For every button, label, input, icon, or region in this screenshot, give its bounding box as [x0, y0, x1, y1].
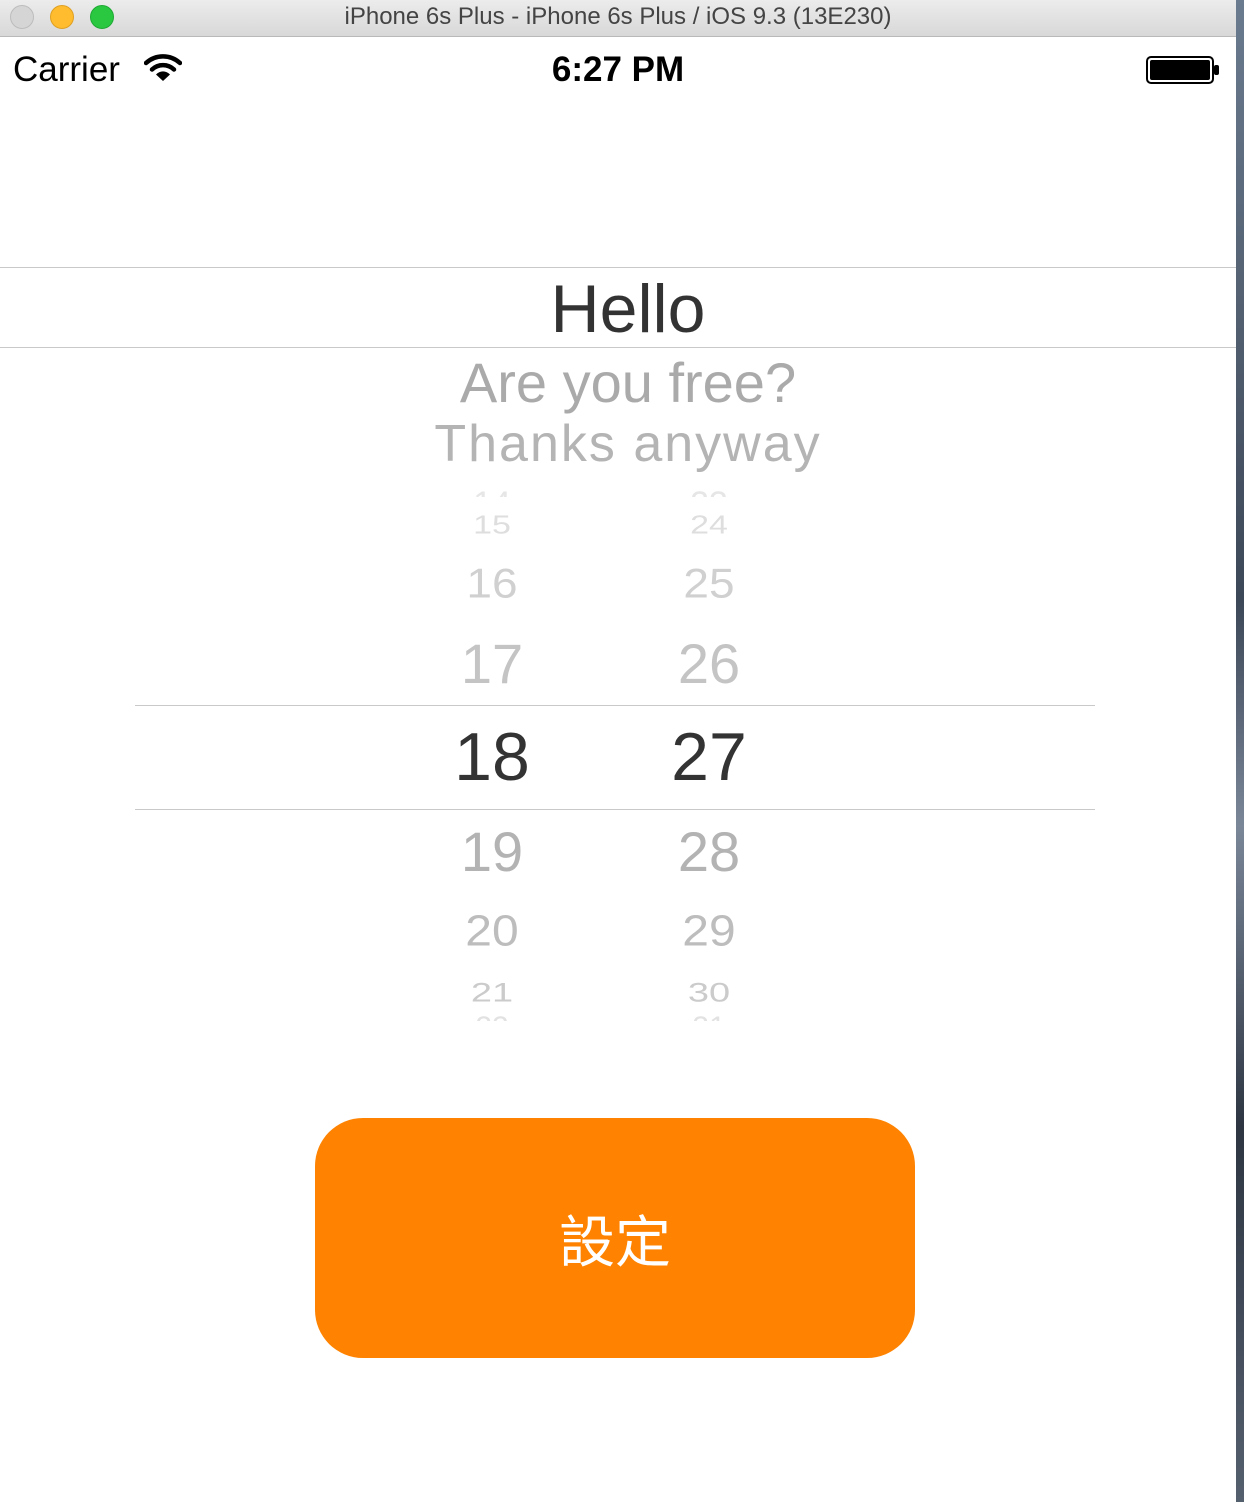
number-picker-1-item[interactable]: 15 — [422, 512, 562, 538]
desktop-background-edge — [1236, 0, 1244, 1502]
number-picker-2-item[interactable]: 31 — [639, 1013, 779, 1021]
simulator-titlebar: iPhone 6s Plus - iPhone 6s Plus / iOS 9.… — [0, 0, 1236, 37]
set-button[interactable]: 設定 — [315, 1118, 915, 1358]
status-time: 6:27 PM — [551, 50, 685, 89]
number-picker-1-item[interactable]: 17 — [422, 636, 562, 692]
number-picker-1-item[interactable]: 20 — [422, 910, 562, 953]
window-title: iPhone 6s Plus - iPhone 6s Plus / iOS 9.… — [344, 3, 892, 30]
number-picker-1-selected[interactable]: 18 — [422, 723, 562, 791]
number-picker-1-item[interactable]: 14 — [422, 487, 562, 497]
number-picker-2-item[interactable]: 24 — [639, 512, 779, 538]
number-picker-2-item[interactable]: 23 — [639, 487, 779, 497]
message-picker-selection-top-line — [0, 267, 1236, 268]
number-picker-1-item[interactable]: 22 — [422, 1013, 562, 1021]
number-picker-2-item[interactable]: 28 — [639, 824, 779, 880]
number-picker-2-selected[interactable]: 27 — [639, 723, 779, 791]
number-picker-2-item[interactable]: 26 — [639, 636, 779, 692]
battery-icon — [1146, 56, 1219, 84]
number-picker-selection-bottom-line — [135, 809, 1095, 810]
number-picker-1-item[interactable]: 21 — [422, 980, 562, 1007]
number-picker-2-item[interactable]: 29 — [639, 910, 779, 953]
number-picker-1-item[interactable]: 16 — [422, 562, 562, 603]
message-option[interactable]: Thanks anyway — [0, 414, 1244, 474]
number-picker-selection-top-line — [135, 705, 1095, 706]
message-option[interactable]: Are you free? — [0, 350, 1244, 415]
message-option-selected[interactable]: Hello — [0, 270, 1244, 348]
number-picker-1-item[interactable]: 19 — [422, 824, 562, 880]
number-picker-2-item[interactable]: 30 — [639, 980, 779, 1007]
number-picker-2-item[interactable]: 25 — [639, 562, 779, 603]
